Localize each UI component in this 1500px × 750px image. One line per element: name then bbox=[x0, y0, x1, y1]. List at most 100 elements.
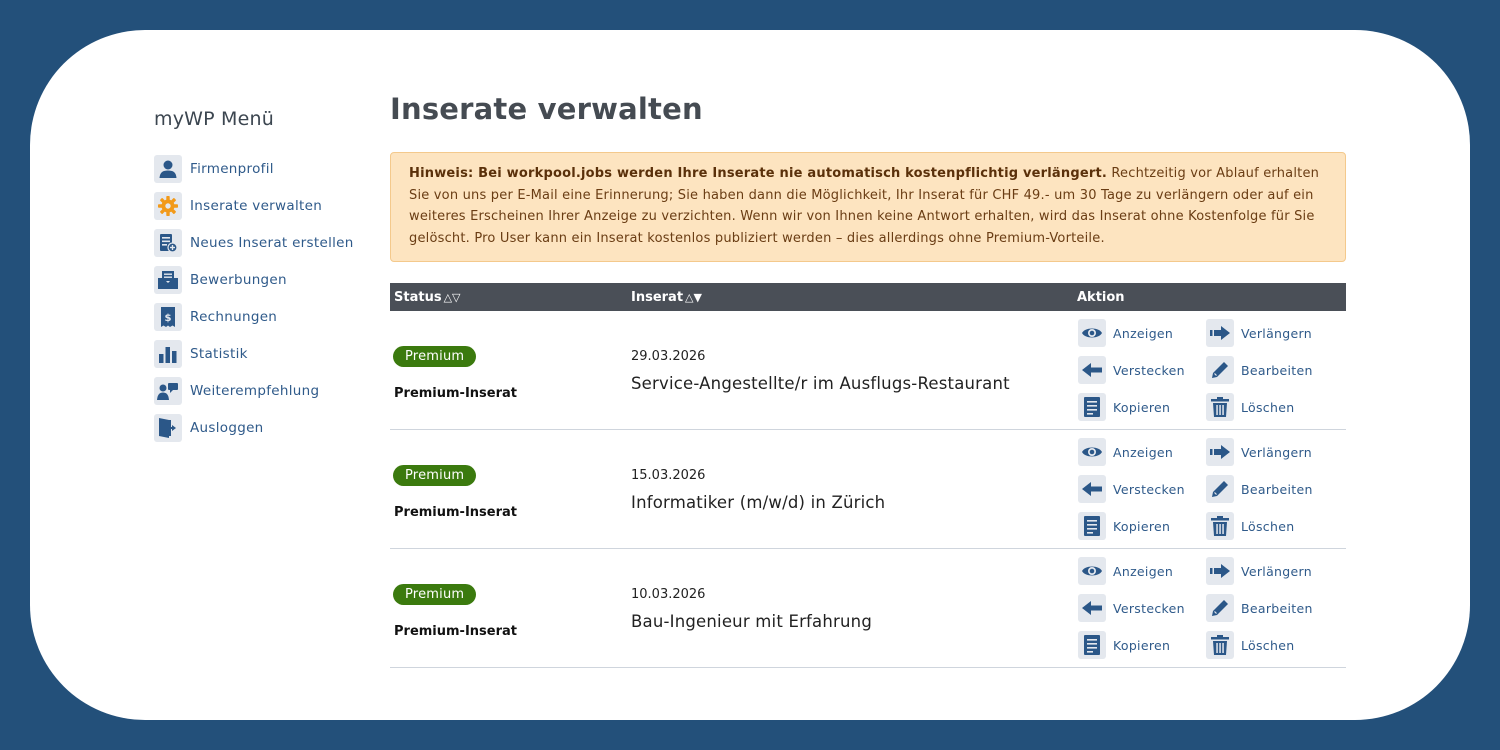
listing-date: 10.03.2026 bbox=[631, 587, 706, 602]
document-icon bbox=[1078, 631, 1106, 659]
copy-button[interactable]: Kopieren bbox=[1078, 631, 1170, 659]
sidebar-item-bewerbungen[interactable]: Bewerbungen bbox=[154, 261, 374, 298]
copy-button[interactable]: Kopieren bbox=[1078, 393, 1170, 421]
trash-icon bbox=[1206, 393, 1234, 421]
edit-label: Bearbeiten bbox=[1241, 362, 1313, 378]
eye-icon bbox=[1078, 319, 1106, 347]
pencil-icon bbox=[1206, 356, 1234, 384]
delete-button[interactable]: Löschen bbox=[1206, 631, 1294, 659]
sidebar-title: myWP Menü bbox=[154, 108, 275, 130]
inserat-header-label: Inserat bbox=[631, 290, 684, 305]
table-row: Premium Premium-Inserat 10.03.2026 Bau-I… bbox=[390, 549, 1346, 668]
arrow-left-icon bbox=[1078, 356, 1106, 384]
copy-label: Kopieren bbox=[1113, 518, 1171, 534]
arrow-right-icon bbox=[1206, 319, 1234, 347]
delete-label: Löschen bbox=[1241, 399, 1295, 415]
hide-label: Verstecken bbox=[1113, 600, 1185, 616]
sort-arrows-icon[interactable]: △▼ bbox=[685, 291, 702, 304]
delete-button[interactable]: Löschen bbox=[1206, 512, 1294, 540]
person-icon bbox=[154, 154, 182, 183]
app-window: myWP Menü Firmenprofil Inserate verwalte… bbox=[30, 30, 1470, 720]
sidebar-item-label: Rechnungen bbox=[190, 308, 278, 325]
delete-button[interactable]: Löschen bbox=[1206, 393, 1294, 421]
delete-label: Löschen bbox=[1241, 637, 1295, 653]
show-label: Anzeigen bbox=[1113, 325, 1174, 341]
sidebar-item-firmenprofil[interactable]: Firmenprofil bbox=[154, 150, 374, 187]
hide-label: Verstecken bbox=[1113, 362, 1185, 378]
edit-button[interactable]: Bearbeiten bbox=[1206, 356, 1313, 384]
new-document-icon bbox=[154, 228, 182, 257]
listing-title[interactable]: Informatiker (m/w/d) in Zürich bbox=[631, 493, 885, 512]
edit-label: Bearbeiten bbox=[1241, 481, 1313, 497]
listing-title[interactable]: Service-Angestellte/r im Ausflugs-Restau… bbox=[631, 374, 1010, 393]
extend-button[interactable]: Verlängern bbox=[1206, 438, 1312, 466]
column-header-status[interactable]: Status △▽ bbox=[394, 290, 460, 305]
edit-button[interactable]: Bearbeiten bbox=[1206, 475, 1313, 503]
sidebar-item-label: Bewerbungen bbox=[190, 271, 287, 288]
logout-icon bbox=[154, 413, 182, 442]
extend-button[interactable]: Verlängern bbox=[1206, 557, 1312, 585]
premium-badge: Premium bbox=[393, 346, 477, 367]
extend-label: Verlängern bbox=[1241, 444, 1312, 460]
sidebar-item-label: Statistik bbox=[190, 345, 248, 362]
arrow-right-icon bbox=[1206, 557, 1234, 585]
hide-button[interactable]: Verstecken bbox=[1078, 356, 1185, 384]
delete-label: Löschen bbox=[1241, 518, 1295, 534]
table-row: Premium Premium-Inserat 29.03.2026 Servi… bbox=[390, 311, 1346, 430]
extend-button[interactable]: Verlängern bbox=[1206, 319, 1312, 347]
status-header-label: Status bbox=[394, 290, 442, 305]
column-header-aktion: Aktion bbox=[1077, 290, 1125, 305]
copy-label: Kopieren bbox=[1113, 399, 1171, 415]
page-title: Inserate verwalten bbox=[390, 92, 703, 126]
status-label: Premium-Inserat bbox=[394, 505, 517, 520]
bar-chart-icon bbox=[154, 339, 182, 368]
sidebar-item-neues-inserat[interactable]: Neues Inserat erstellen bbox=[154, 224, 374, 261]
arrow-left-icon bbox=[1078, 475, 1106, 503]
sidebar-item-label: Firmenprofil bbox=[190, 160, 274, 177]
show-label: Anzeigen bbox=[1113, 444, 1174, 460]
eye-icon bbox=[1078, 438, 1106, 466]
eye-icon bbox=[1078, 557, 1106, 585]
pencil-icon bbox=[1206, 594, 1234, 622]
arrow-left-icon bbox=[1078, 594, 1106, 622]
show-label: Anzeigen bbox=[1113, 563, 1174, 579]
invoice-icon: $ bbox=[154, 302, 182, 331]
edit-button[interactable]: Bearbeiten bbox=[1206, 594, 1313, 622]
show-button[interactable]: Anzeigen bbox=[1078, 319, 1173, 347]
pencil-icon bbox=[1206, 475, 1234, 503]
svg-text:$: $ bbox=[165, 313, 172, 324]
copy-label: Kopieren bbox=[1113, 637, 1171, 653]
sidebar-item-label: Neues Inserat erstellen bbox=[190, 234, 354, 251]
refer-icon bbox=[154, 376, 182, 405]
trash-icon bbox=[1206, 512, 1234, 540]
premium-badge: Premium bbox=[393, 465, 477, 486]
sidebar-item-label: Ausloggen bbox=[190, 419, 264, 436]
extend-label: Verlängern bbox=[1241, 563, 1312, 579]
main-content: Inserate verwalten Hinweis: Bei workpool… bbox=[390, 90, 1346, 668]
sidebar-item-statistik[interactable]: Statistik bbox=[154, 335, 374, 372]
sidebar: myWP Menü Firmenprofil Inserate verwalte… bbox=[154, 108, 374, 446]
table-row: Premium Premium-Inserat 15.03.2026 Infor… bbox=[390, 430, 1346, 549]
sidebar-item-weiterempfehlung[interactable]: Weiterempfehlung bbox=[154, 372, 374, 409]
status-label: Premium-Inserat bbox=[394, 624, 517, 639]
sidebar-item-inserate-verwalten[interactable]: Inserate verwalten bbox=[154, 187, 374, 224]
table-body: Premium Premium-Inserat 29.03.2026 Servi… bbox=[390, 311, 1346, 668]
sort-arrows-icon[interactable]: △▽ bbox=[444, 291, 461, 304]
column-header-inserat[interactable]: Inserat △▼ bbox=[631, 290, 702, 305]
gear-icon bbox=[154, 191, 182, 220]
hide-button[interactable]: Verstecken bbox=[1078, 475, 1185, 503]
sidebar-item-ausloggen[interactable]: Ausloggen bbox=[154, 409, 374, 446]
arrow-right-icon bbox=[1206, 438, 1234, 466]
edit-label: Bearbeiten bbox=[1241, 600, 1313, 616]
show-button[interactable]: Anzeigen bbox=[1078, 557, 1173, 585]
show-button[interactable]: Anzeigen bbox=[1078, 438, 1173, 466]
hide-button[interactable]: Verstecken bbox=[1078, 594, 1185, 622]
listing-title[interactable]: Bau-Ingenieur mit Erfahrung bbox=[631, 612, 872, 631]
sidebar-item-rechnungen[interactable]: $ Rechnungen bbox=[154, 298, 374, 335]
status-label: Premium-Inserat bbox=[394, 386, 517, 401]
hide-label: Verstecken bbox=[1113, 481, 1185, 497]
listing-date: 29.03.2026 bbox=[631, 349, 706, 364]
copy-button[interactable]: Kopieren bbox=[1078, 512, 1170, 540]
sidebar-item-label: Weiterempfehlung bbox=[190, 382, 320, 399]
document-icon bbox=[1078, 512, 1106, 540]
